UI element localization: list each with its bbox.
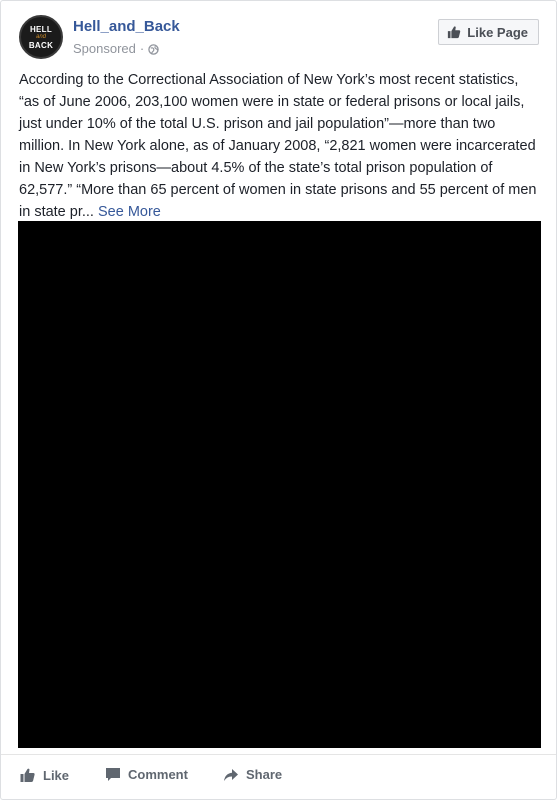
meta-separator: · bbox=[139, 41, 145, 56]
like-page-button[interactable]: Like Page bbox=[438, 19, 539, 45]
avatar-logo-text-mid: and bbox=[35, 33, 46, 40]
globe-icon[interactable] bbox=[148, 43, 159, 55]
like-button[interactable]: Like bbox=[19, 767, 69, 783]
sponsored-post-card: HELL and BACK Hell_and_Back Sponsored · bbox=[0, 0, 557, 800]
comment-icon bbox=[105, 767, 121, 782]
post-body-text: According to the Correctional Associatio… bbox=[19, 72, 537, 220]
share-button[interactable]: Share bbox=[223, 767, 282, 782]
page-avatar[interactable]: HELL and BACK bbox=[19, 15, 63, 59]
like-label: Like bbox=[43, 767, 70, 783]
share-icon bbox=[223, 768, 239, 782]
avatar-logo-text-top: HELL bbox=[29, 24, 53, 34]
share-label: Share bbox=[246, 767, 283, 782]
post-media-video[interactable] bbox=[18, 221, 541, 748]
comment-button[interactable]: Comment bbox=[105, 767, 188, 782]
like-page-label: Like Page bbox=[467, 24, 528, 40]
post-header: HELL and BACK Hell_and_Back Sponsored · bbox=[19, 15, 539, 61]
post-text: According to the Correctional Associatio… bbox=[19, 69, 539, 223]
post-action-bar: Like Comment Share bbox=[1, 754, 556, 799]
thumbs-up-icon bbox=[447, 25, 461, 39]
avatar-logo-text-bottom: BACK bbox=[28, 40, 54, 50]
see-more-link[interactable]: See More bbox=[98, 204, 161, 220]
comment-label: Comment bbox=[128, 767, 188, 782]
post-meta: Sponsored · bbox=[73, 41, 159, 56]
thumbs-up-icon bbox=[19, 767, 36, 783]
sponsored-label[interactable]: Sponsored bbox=[73, 41, 136, 56]
page-name-link[interactable]: Hell_and_Back bbox=[73, 18, 180, 35]
